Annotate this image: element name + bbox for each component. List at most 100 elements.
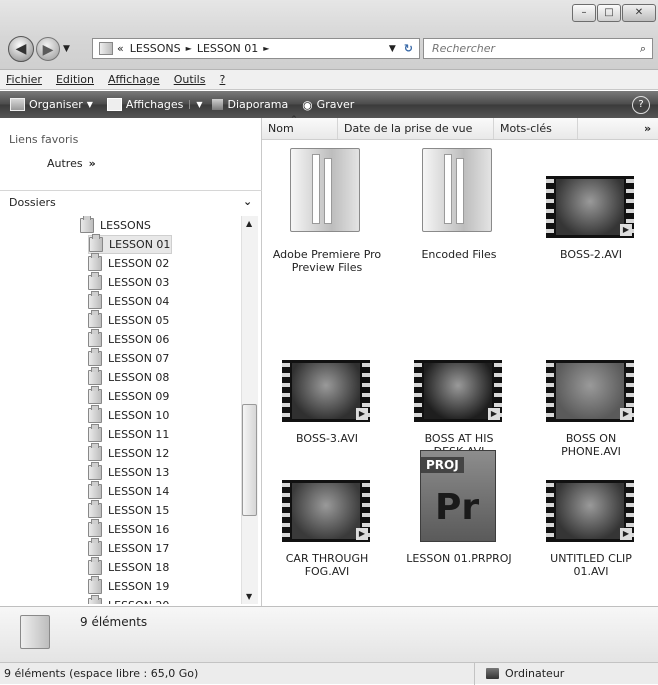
tree-item-lessons[interactable]: LESSONS (80, 216, 230, 235)
tree-item-lesson[interactable]: LESSON 08 (88, 367, 238, 387)
status-bar: 9 éléments (espace libre : 65,0 Go) Ordi… (0, 662, 658, 685)
views-label: Affichages (125, 98, 184, 111)
breadcrumb-separator-icon[interactable]: ► (263, 44, 269, 53)
breadcrumb-lessons[interactable]: LESSONS (130, 42, 181, 55)
file-item[interactable]: ▶BOSS AT HIS DESK.AVI (404, 320, 514, 458)
folder-icon (89, 234, 103, 252)
tree-item-label: LESSONS (100, 219, 151, 232)
folder-icon (88, 557, 102, 575)
tree-item-lesson[interactable]: LESSON 18 (88, 557, 238, 577)
collapse-folders-icon[interactable]: ⌄ (243, 195, 252, 208)
status-divider (474, 663, 475, 685)
tree-item-lesson[interactable]: LESSON 06 (88, 329, 238, 349)
help-button[interactable]: ? (632, 95, 650, 114)
video-thumbnail-icon: ▶ (546, 360, 634, 422)
folder-icon (88, 272, 102, 290)
column-name[interactable]: Nom (262, 118, 338, 139)
scrollbar-thumb[interactable] (242, 404, 257, 516)
file-item[interactable]: PROJ Pr LESSON 01.PRPROJ (404, 440, 514, 565)
menu-edition[interactable]: Edition (56, 73, 94, 86)
menu-affichage[interactable]: Affichage (108, 73, 160, 86)
tree-item-lesson[interactable]: LESSON 03 (88, 272, 238, 292)
close-button[interactable]: ✕ (622, 4, 656, 22)
tree-item-label: LESSON 20 (108, 599, 169, 604)
folder-icon (88, 424, 102, 442)
burn-button[interactable]: ◉ Graver (302, 98, 354, 112)
file-item[interactable]: ▶ BOSS-3.AVI (272, 320, 382, 445)
menu-outils[interactable]: Outils (174, 73, 206, 86)
tree-item-lesson[interactable]: LESSON 07 (88, 348, 238, 368)
breadcrumb-separator-icon[interactable]: ► (186, 44, 192, 53)
tree-item-lesson[interactable]: LESSON 12 (88, 443, 238, 463)
slideshow-button[interactable]: Diaporama (212, 98, 288, 111)
back-button[interactable]: ◀ (8, 36, 34, 62)
column-tags[interactable]: Mots-clés (494, 118, 578, 139)
folder-icon (88, 329, 102, 347)
views-button[interactable]: Affichages (106, 98, 184, 111)
refresh-icon[interactable]: ↻ (404, 42, 413, 55)
scroll-down-icon[interactable]: ▼ (246, 592, 252, 601)
video-thumbnail-icon: ▶ (282, 360, 370, 422)
file-item[interactable]: Adobe Premiere Pro Preview Files (272, 140, 382, 280)
menu-fichier[interactable]: Fichier (6, 73, 42, 86)
folders-title[interactable]: Dossiers (9, 196, 56, 209)
premiere-logo: Pr (435, 487, 480, 528)
tree-item-lesson[interactable]: LESSON 11 (88, 424, 238, 444)
address-dropdown-icon[interactable]: ▼ (389, 44, 396, 54)
organize-icon (10, 98, 25, 111)
tree-item-lesson[interactable]: LESSON 15 (88, 500, 238, 520)
tree-item-lesson[interactable]: LESSON 13 (88, 462, 238, 482)
forward-button[interactable]: ▶ (36, 37, 60, 61)
double-chevron-icon: » (88, 157, 96, 170)
tree-item-lesson[interactable]: LESSON 10 (88, 405, 238, 425)
column-date[interactable]: Date de la prise de vue (338, 118, 494, 139)
tree-item-lesson[interactable]: LESSON 02 (88, 253, 238, 273)
tree-item-lesson[interactable]: LESSON 14 (88, 481, 238, 501)
search-icon[interactable]: ⌕ (640, 42, 646, 56)
recent-pages-dropdown[interactable]: ▼ (63, 44, 70, 54)
search-input[interactable] (430, 41, 624, 56)
folder-icon (88, 595, 102, 604)
file-item[interactable]: Encoded Files (404, 140, 514, 280)
tree-item-lesson[interactable]: LESSON 20 (88, 595, 238, 604)
tree-item-label: LESSON 12 (108, 447, 170, 460)
sort-ascending-icon: ^ (291, 115, 297, 123)
tree-item-label: LESSON 04 (108, 295, 170, 308)
address-overflow[interactable]: « (117, 42, 124, 55)
tree-item-lesson[interactable]: LESSON 05 (88, 310, 238, 330)
folder-icon (88, 576, 102, 594)
others-link[interactable]: Autres » (47, 157, 96, 170)
menu-help[interactable]: ? (219, 73, 225, 86)
tree-item-lesson[interactable]: LESSON 17 (88, 538, 238, 558)
search-box[interactable]: ⌕ (423, 38, 653, 59)
folder-icon (88, 500, 102, 518)
views-dropdown[interactable]: ▼ (189, 100, 202, 109)
folder-icon (88, 481, 102, 499)
folder-tree: LESSONS LESSON 01 LESSON 02 LESSON 03 LESSO… (0, 216, 241, 604)
tree-item-lesson[interactable]: LESSON 04 (88, 291, 238, 311)
tree-item-lesson[interactable]: LESSON 19 (88, 576, 238, 596)
more-columns-icon[interactable]: » (644, 122, 651, 135)
disc-icon: ◉ (302, 97, 313, 112)
file-item[interactable]: ▶ CAR THROUGH FOG.AVI (272, 440, 382, 578)
minimize-button[interactable]: – (572, 4, 596, 22)
folder-icon (20, 615, 50, 649)
computer-icon (486, 668, 499, 679)
tree-item-lesson[interactable]: LESSON 09 (88, 386, 238, 406)
file-item[interactable]: ▶ BOSS-2.AVI (536, 140, 646, 280)
organize-button[interactable]: Organiser ▼ (10, 98, 93, 111)
file-item[interactable]: ▶ UNTITLED CLIP 01.AVI (536, 440, 646, 578)
tree-item-label: LESSON 11 (108, 428, 170, 441)
tree-item-lesson[interactable]: LESSON 01 (88, 234, 172, 254)
breadcrumb-lesson-01[interactable]: LESSON 01 (197, 42, 258, 55)
address-bar[interactable]: « LESSONS ► LESSON 01 ► ▼ ↻ (92, 38, 420, 59)
scroll-up-icon[interactable]: ▲ (246, 219, 252, 228)
video-thumbnail-icon: ▶ (546, 480, 634, 542)
tree-item-label: LESSON 18 (108, 561, 170, 574)
tree-item-label: LESSON 02 (108, 257, 170, 270)
file-item[interactable]: ▶ BOSS ON PHONE.AVI (536, 320, 646, 458)
file-name: LESSON 01.PRPROJ (406, 552, 512, 565)
slideshow-icon (212, 99, 224, 110)
maximize-button[interactable]: □ (597, 4, 621, 22)
tree-item-lesson[interactable]: LESSON 16 (88, 519, 238, 539)
